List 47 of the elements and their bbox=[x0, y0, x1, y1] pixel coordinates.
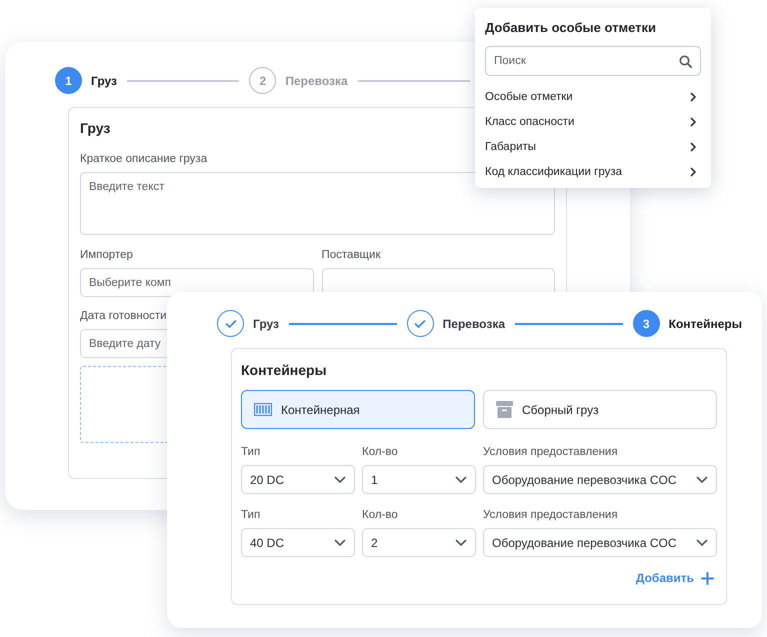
menu-item[interactable]: Класс опасности bbox=[485, 109, 701, 134]
field-label: Тип bbox=[241, 509, 260, 521]
search-field[interactable]: Поиск bbox=[485, 46, 701, 76]
field-label: Краткое описание груза bbox=[80, 153, 208, 165]
menu-item[interactable]: Габариты bbox=[485, 134, 701, 159]
step-number: 3 bbox=[632, 310, 660, 337]
chevron-right-icon bbox=[690, 142, 697, 152]
section-title: Груз bbox=[80, 120, 110, 136]
mode-option[interactable]: Контейнерная bbox=[241, 390, 475, 429]
container-icon bbox=[254, 403, 272, 416]
field-label: Дата готовности bbox=[80, 310, 167, 322]
chevron-down-icon bbox=[455, 538, 467, 546]
menu-item[interactable]: Особые отметки bbox=[485, 84, 701, 109]
terms-dropdown[interactable]: Оборудование перевозчика COC bbox=[483, 465, 717, 494]
chevron-down-icon bbox=[696, 538, 708, 546]
type-dropdown[interactable]: 40 DC bbox=[241, 528, 355, 557]
field-label: Условия предоставления bbox=[483, 509, 618, 521]
field-label: Кол-во bbox=[362, 446, 398, 458]
step-label[interactable]: Контейнеры bbox=[668, 316, 742, 330]
archive-box-icon bbox=[496, 401, 513, 418]
quantity-dropdown[interactable]: 1 bbox=[362, 465, 476, 494]
step-label[interactable]: Груз bbox=[253, 316, 279, 330]
chevron-down-icon bbox=[455, 476, 467, 484]
terms-dropdown[interactable]: Оборудование перевозчика COC bbox=[483, 528, 717, 557]
popup-title: Добавить особые отметки bbox=[485, 20, 656, 35]
importer-dropdown[interactable]: Выберите комп bbox=[80, 268, 314, 297]
search-icon bbox=[679, 54, 692, 68]
field-label: Поставщик bbox=[322, 249, 380, 261]
field-label: Тип bbox=[241, 446, 260, 458]
field-label: Кол-во bbox=[362, 509, 398, 521]
field-label: Импортер bbox=[80, 249, 133, 261]
chevron-down-icon bbox=[696, 476, 708, 484]
field-label: Условия предоставления bbox=[483, 446, 618, 458]
chevron-down-icon bbox=[334, 476, 346, 484]
quantity-dropdown[interactable]: 2 bbox=[362, 528, 476, 557]
plus-icon bbox=[701, 572, 714, 584]
step-label[interactable]: Груз bbox=[91, 74, 117, 88]
section-title: Контейнеры bbox=[241, 362, 327, 378]
chevron-right-icon bbox=[690, 92, 697, 102]
chevron-down-icon bbox=[334, 538, 346, 546]
chevron-right-icon bbox=[690, 166, 697, 176]
mode-option[interactable]: Сборный груз bbox=[483, 390, 717, 429]
step-number: 2 bbox=[249, 67, 276, 94]
chevron-right-icon bbox=[690, 116, 697, 126]
step-number: 1 bbox=[55, 67, 82, 94]
step-label[interactable]: Перевозка bbox=[442, 316, 505, 330]
type-dropdown[interactable]: 20 DC bbox=[241, 465, 355, 494]
